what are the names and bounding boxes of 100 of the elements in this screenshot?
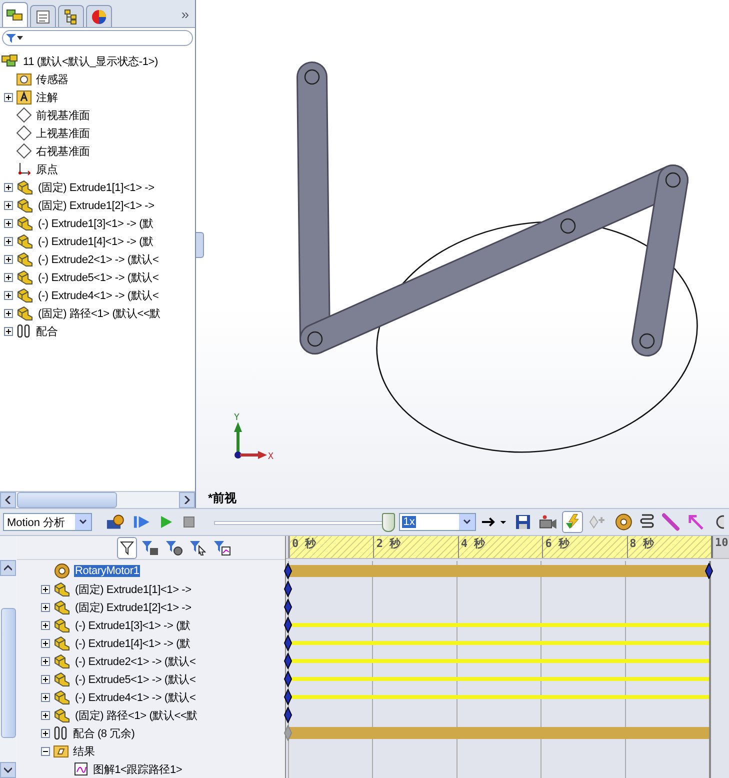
- tree-item[interactable]: 11 (默认<默认_显示状态-1>): [22, 54, 159, 68]
- expand-toggle[interactable]: [4, 182, 13, 192]
- study-type-dropdown[interactable]: Motion 分析: [3, 513, 92, 532]
- expand-toggle[interactable]: [41, 584, 50, 594]
- keyframe-diamond[interactable]: [284, 599, 292, 615]
- motor-icon: [53, 563, 71, 579]
- tree-item[interactable]: 原点: [35, 162, 59, 176]
- scrollbar-thumb[interactable]: [17, 492, 117, 508]
- tree-item[interactable]: (-) Extrude1[4]<1> -> (默: [37, 234, 154, 248]
- tree-item[interactable]: RotaryMotor1: [74, 565, 140, 577]
- expand-toggle[interactable]: [4, 236, 13, 246]
- more-tabs-chevron[interactable]: »: [181, 6, 189, 22]
- panel-tab[interactable]: [58, 5, 84, 27]
- keyframe-diamond[interactable]: [284, 689, 292, 705]
- part-icon: [53, 653, 71, 669]
- expand-toggle[interactable]: [41, 692, 50, 702]
- part-icon: [16, 269, 34, 285]
- scroll-down-button[interactable]: [0, 762, 16, 778]
- tree-item[interactable]: (固定) Extrude1[1]<1> ->: [37, 180, 156, 194]
- expand-toggle[interactable]: [41, 656, 50, 666]
- expand-toggle[interactable]: [4, 254, 13, 264]
- tree-item[interactable]: 传感器: [35, 72, 70, 86]
- expand-toggle[interactable]: [41, 638, 50, 648]
- playback-slider[interactable]: [214, 512, 392, 532]
- expand-toggle[interactable]: [41, 620, 50, 630]
- expand-toggle[interactable]: [41, 674, 50, 684]
- tree-item[interactable]: 前视基准面: [35, 108, 92, 122]
- paperclip-icon: [53, 725, 69, 741]
- tree-item[interactable]: (固定) Extrude1[1]<1> ->: [74, 582, 192, 596]
- keyframe-diamond[interactable]: [284, 635, 292, 651]
- scrollbar-thumb[interactable]: [1, 608, 16, 738]
- plane-icon: [16, 107, 32, 123]
- tree-filter-field[interactable]: [2, 30, 193, 46]
- tree-item[interactable]: (固定) Extrude1[2]<1> ->: [74, 600, 192, 614]
- tree-item[interactable]: (-) Extrude5<1> -> (默认<: [37, 270, 160, 284]
- panel-tab[interactable]: [30, 5, 56, 27]
- scroll-right-button[interactable]: [179, 492, 195, 508]
- part-icon: [53, 707, 71, 723]
- keyframe-diamond[interactable]: [284, 671, 292, 687]
- tree-item[interactable]: 上视基准面: [35, 126, 92, 140]
- list-icon: [35, 8, 51, 24]
- panel-tab[interactable]: [86, 5, 112, 27]
- tree-item[interactable]: (固定) 路径<1> (默认<<默: [37, 306, 162, 320]
- chevron-left-icon: [5, 496, 11, 504]
- part-icon: [53, 671, 71, 687]
- annotation-icon: [16, 89, 32, 105]
- expand-toggle[interactable]: [41, 602, 50, 612]
- tree-item[interactable]: (固定) Extrude1[2]<1> ->: [37, 198, 156, 212]
- tree-item[interactable]: (-) Extrude1[4]<1> -> (默: [74, 636, 192, 650]
- panel-splitter-handle[interactable]: [196, 232, 204, 258]
- tree-item[interactable]: (-) Extrude4<1> -> (默认<: [74, 690, 197, 704]
- tree-item[interactable]: 右视基准面: [35, 144, 92, 158]
- tree-item[interactable]: (-) Extrude2<1> -> (默认<: [74, 654, 197, 668]
- expand-toggle[interactable]: [4, 200, 13, 210]
- collapse-toggle[interactable]: [41, 746, 50, 756]
- expand-toggle[interactable]: [41, 728, 50, 738]
- tree-item[interactable]: 配合 (8 冗余): [72, 726, 136, 740]
- speed-dropdown[interactable]: 1x: [399, 513, 476, 532]
- tree-item[interactable]: (-) Extrude4<1> -> (默认<: [37, 288, 160, 302]
- time-ruler[interactable]: 0 秒 2 秒 4 秒 6 秒 8 秒: [288, 536, 711, 558]
- keyframe-diamond[interactable]: [705, 563, 713, 579]
- keyframe-diamond[interactable]: [284, 581, 292, 597]
- tree-item[interactable]: (-) Extrude5<1> -> (默认<: [74, 672, 197, 686]
- expand-toggle[interactable]: [41, 710, 50, 720]
- keyframe-diamond[interactable]: [284, 653, 292, 669]
- keyframe-diamond[interactable]: [284, 617, 292, 633]
- time-tick-label: 2 秒: [375, 536, 401, 551]
- chevron-down-icon: [4, 767, 12, 773]
- tree-item[interactable]: 配合: [35, 324, 59, 338]
- scroll-left-button[interactable]: [0, 492, 16, 508]
- part-icon: [53, 599, 71, 615]
- tree-item[interactable]: 结果: [72, 744, 96, 758]
- time-tick-label: 10: [714, 536, 728, 549]
- chevron-right-icon: [184, 496, 190, 504]
- slider-thumb[interactable]: [382, 513, 395, 532]
- color-wheel-icon: [91, 8, 107, 24]
- part-icon: [53, 617, 71, 633]
- expand-toggle[interactable]: [4, 308, 13, 318]
- tree-item[interactable]: 图解1<跟踪路径1>: [92, 762, 184, 776]
- filter-button[interactable]: [117, 536, 137, 558]
- tree-item[interactable]: 注解: [35, 90, 59, 104]
- caret-icon: [78, 519, 87, 526]
- tree-item[interactable]: (-) Extrude2<1> -> (默认<: [37, 252, 160, 266]
- stop-icon: [182, 515, 196, 530]
- expand-toggle[interactable]: [4, 326, 13, 336]
- part-icon: [16, 305, 34, 321]
- caret-icon: [462, 519, 471, 526]
- expand-toggle[interactable]: [4, 218, 13, 228]
- expand-toggle[interactable]: [4, 92, 13, 102]
- expand-toggle[interactable]: [4, 290, 13, 300]
- tree-item[interactable]: (-) Extrude1[3]<1> -> (默: [37, 216, 154, 230]
- keyframe-diamond[interactable]: [284, 707, 292, 723]
- arrow-right-icon: [480, 515, 508, 530]
- tree-item[interactable]: (固定) 路径<1> (默认<<默: [74, 708, 199, 722]
- tree-item[interactable]: (-) Extrude1[3]<1> -> (默: [74, 618, 192, 632]
- keyframe-diamond[interactable]: [284, 563, 292, 579]
- caret-icon: [17, 36, 23, 40]
- expand-toggle[interactable]: [4, 272, 13, 282]
- scroll-up-button[interactable]: [0, 560, 16, 576]
- panel-tab[interactable]: [2, 2, 28, 27]
